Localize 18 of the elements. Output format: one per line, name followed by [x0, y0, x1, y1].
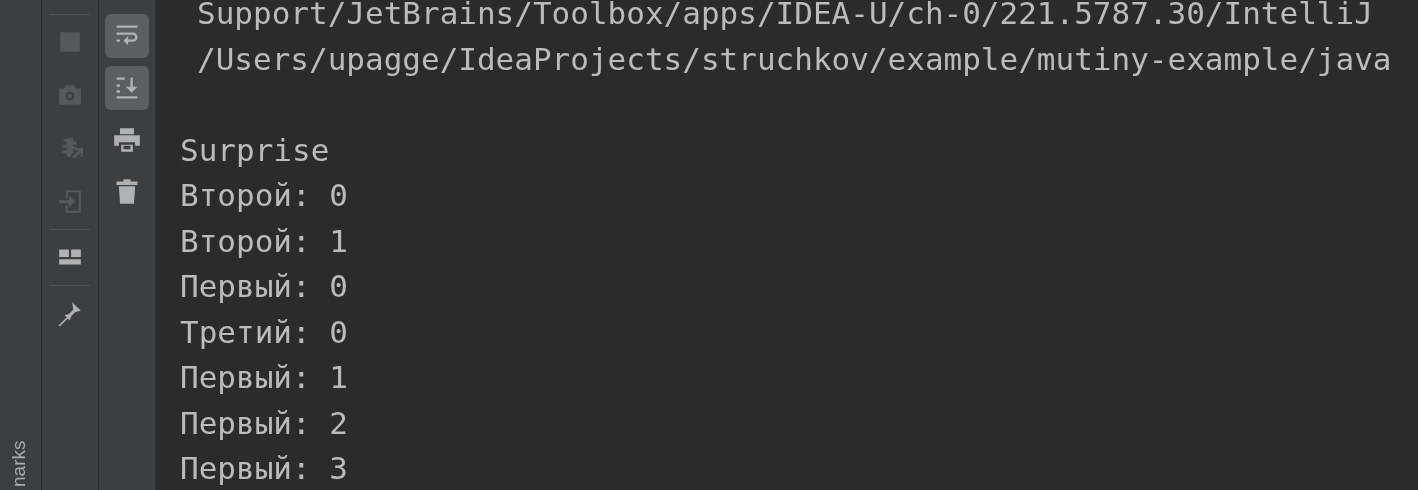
scroll-to-end-button[interactable]: [105, 66, 149, 110]
stop-icon: [57, 29, 83, 55]
command-line: Support/JetBrains/Toolbox/apps/IDEA-U/ch-0/221.5787.30/IntelliJ: [197, 0, 1373, 33]
output-line: Первый: 2: [180, 403, 348, 443]
printer-icon: [113, 126, 141, 154]
output-line: Второй: 0: [180, 176, 348, 215]
output-line: Третий: 0: [180, 312, 348, 352]
pin-icon: [57, 300, 83, 326]
enter-icon: [57, 188, 83, 214]
command-line: /Users/upagge/IdeaProjects/struchkov/example/mutiny-example/java: [197, 39, 1392, 79]
soft-wrap-button[interactable]: [105, 14, 149, 58]
output-line: Второй: 1: [180, 221, 348, 261]
camera-icon: [57, 82, 83, 108]
output-line: Первый: 1: [180, 358, 348, 397]
output-line: Первый: 0: [180, 267, 348, 306]
tool-window-label[interactable]: narks: [7, 440, 31, 487]
output-line: Первый: 3: [180, 449, 348, 488]
output-line: Surprise: [180, 130, 330, 170]
